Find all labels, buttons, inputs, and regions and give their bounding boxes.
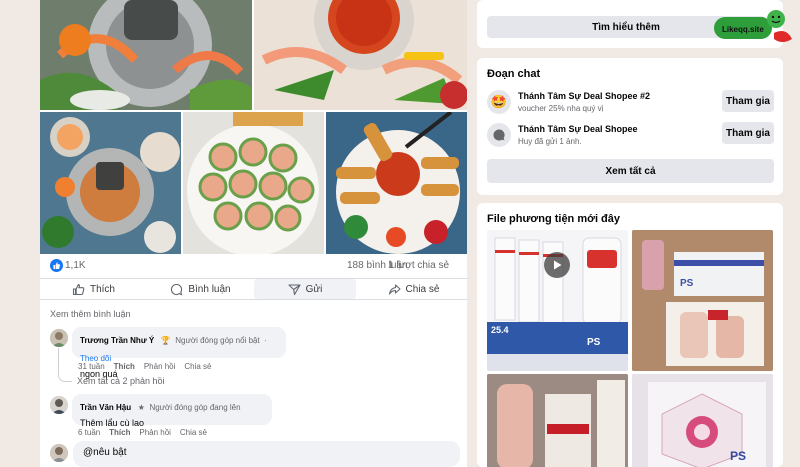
contributor-badge: Người đóng góp đang lên: [149, 403, 241, 412]
view-more-comments-link[interactable]: Xem thêm bình luận: [50, 309, 131, 319]
recent-media-title: File phương tiện mới đây: [487, 213, 621, 225]
post-stats: 1,1K 188 bình luận 1 lượt chia sẻ: [40, 254, 467, 278]
comment-author[interactable]: Trần Văn Hậu: [80, 403, 131, 412]
post-photo-spring-rolls[interactable]: [183, 112, 324, 254]
comment-icon: [171, 283, 183, 295]
media-thumbnail-photo[interactable]: PS: [632, 230, 773, 371]
share-button-label: Chia sẻ: [405, 283, 440, 295]
like-button[interactable]: Thích: [40, 279, 147, 299]
badge-icon: 🏆: [158, 336, 171, 345]
contributor-badge: Người đóng góp nổi bật: [175, 336, 260, 345]
avatar[interactable]: [50, 329, 68, 347]
media-label: PS: [587, 337, 601, 348]
share-count[interactable]: 1 lượt chia sẻ: [388, 260, 449, 271]
post-action-bar: Thích Bình luận Gửi Chia sẻ: [40, 278, 467, 300]
chat-bubble-icon[interactable]: [487, 123, 511, 147]
reply-thread-line: [58, 348, 72, 382]
comment-input[interactable]: @nêu bật: [73, 441, 460, 467]
comment-meta: 31 tuần Thích Phản hồi Chia sẻ: [78, 362, 211, 371]
thumbs-up-icon: [72, 283, 85, 295]
comment-bubble: Trần Văn Hậu ★ Người đóng góp đang lên T…: [72, 394, 272, 428]
play-icon[interactable]: [544, 252, 570, 278]
post-photo-hotpot-shrimp[interactable]: [40, 0, 252, 110]
likeqq-watermark-logo: Likeqq.site: [712, 9, 794, 49]
post-photo-table-spread[interactable]: [40, 112, 181, 254]
comment-author[interactable]: Trương Trần Như Ý: [80, 336, 154, 345]
chats-title: Đoạn chat: [487, 68, 541, 80]
recent-media-card: File phương tiện mới đây 25.4 PS PS PS: [477, 203, 783, 467]
comment-text: Thêm lẩu cù lao: [80, 418, 145, 428]
comment-bubble: Trương Trần Như Ý 🏆 Người đóng góp nổi b…: [72, 327, 286, 379]
media-label: PS: [730, 449, 746, 463]
chat-preview: Huy đã gửi 1 ảnh.: [518, 137, 582, 146]
media-label: PS: [680, 278, 694, 289]
star-icon: ★: [135, 403, 145, 412]
comment-like-link[interactable]: Thích: [109, 428, 130, 437]
join-chat-button[interactable]: Tham gia: [722, 122, 774, 144]
comment-button[interactable]: Bình luận: [147, 279, 254, 299]
group-chats-card: Đoạn chat 🤩 Thánh Tâm Sự Deal Shopee #2 …: [477, 58, 783, 195]
feed-post: 1,1K 188 bình luận 1 lượt chia sẻ Thích …: [40, 0, 467, 467]
like-button-label: Thích: [89, 283, 115, 295]
avatar[interactable]: [50, 396, 68, 414]
like-reaction-icon: [50, 259, 63, 272]
watermark-text: Likeqq.site: [722, 25, 764, 34]
comment-like-link[interactable]: Thích: [114, 362, 135, 371]
comment-reply-link[interactable]: Phản hồi: [144, 362, 176, 371]
send-button[interactable]: Gửi: [254, 279, 356, 299]
media-thumbnail-video[interactable]: 25.4 PS: [487, 230, 628, 371]
chat-preview: voucher 25% nha quý vị: [518, 104, 604, 113]
current-user-avatar[interactable]: [50, 444, 68, 462]
comment-button-label: Bình luận: [188, 283, 231, 295]
comment-share-link[interactable]: Chia sẻ: [180, 428, 207, 437]
view-replies-link[interactable]: Xem tất cả 2 phản hồi: [77, 376, 165, 386]
media-thumbnail-photo[interactable]: [487, 374, 628, 467]
comment-time[interactable]: 31 tuần: [78, 362, 105, 371]
chat-name[interactable]: Thánh Tâm Sự Deal Shopee: [518, 124, 638, 134]
comment-meta: 6 tuần Thích Phản hồi Chia sẻ: [78, 428, 207, 437]
see-all-chats-button[interactable]: Xem tất cả: [487, 159, 774, 183]
share-button[interactable]: Chia sẻ: [360, 279, 467, 299]
comment-reply-link[interactable]: Phản hồi: [139, 428, 171, 437]
comment-share-link[interactable]: Chia sẻ: [184, 362, 211, 371]
join-chat-button[interactable]: Tham gia: [722, 90, 774, 112]
post-photo-sauce-bowl[interactable]: [254, 0, 467, 110]
reaction-count[interactable]: 1,1K: [65, 260, 86, 271]
star-face-icon[interactable]: 🤩: [487, 90, 511, 114]
media-thumbnail-photo[interactable]: PS: [632, 374, 773, 467]
send-icon: [288, 283, 301, 295]
comment-time[interactable]: 6 tuần: [78, 428, 100, 437]
send-button-label: Gửi: [305, 283, 323, 295]
share-arrow-icon: [388, 283, 401, 295]
post-photo-fried-rolls[interactable]: [326, 112, 467, 254]
chat-name[interactable]: Thánh Tâm Sự Deal Shopee #2: [518, 91, 650, 101]
media-label: 25.4: [491, 325, 509, 335]
